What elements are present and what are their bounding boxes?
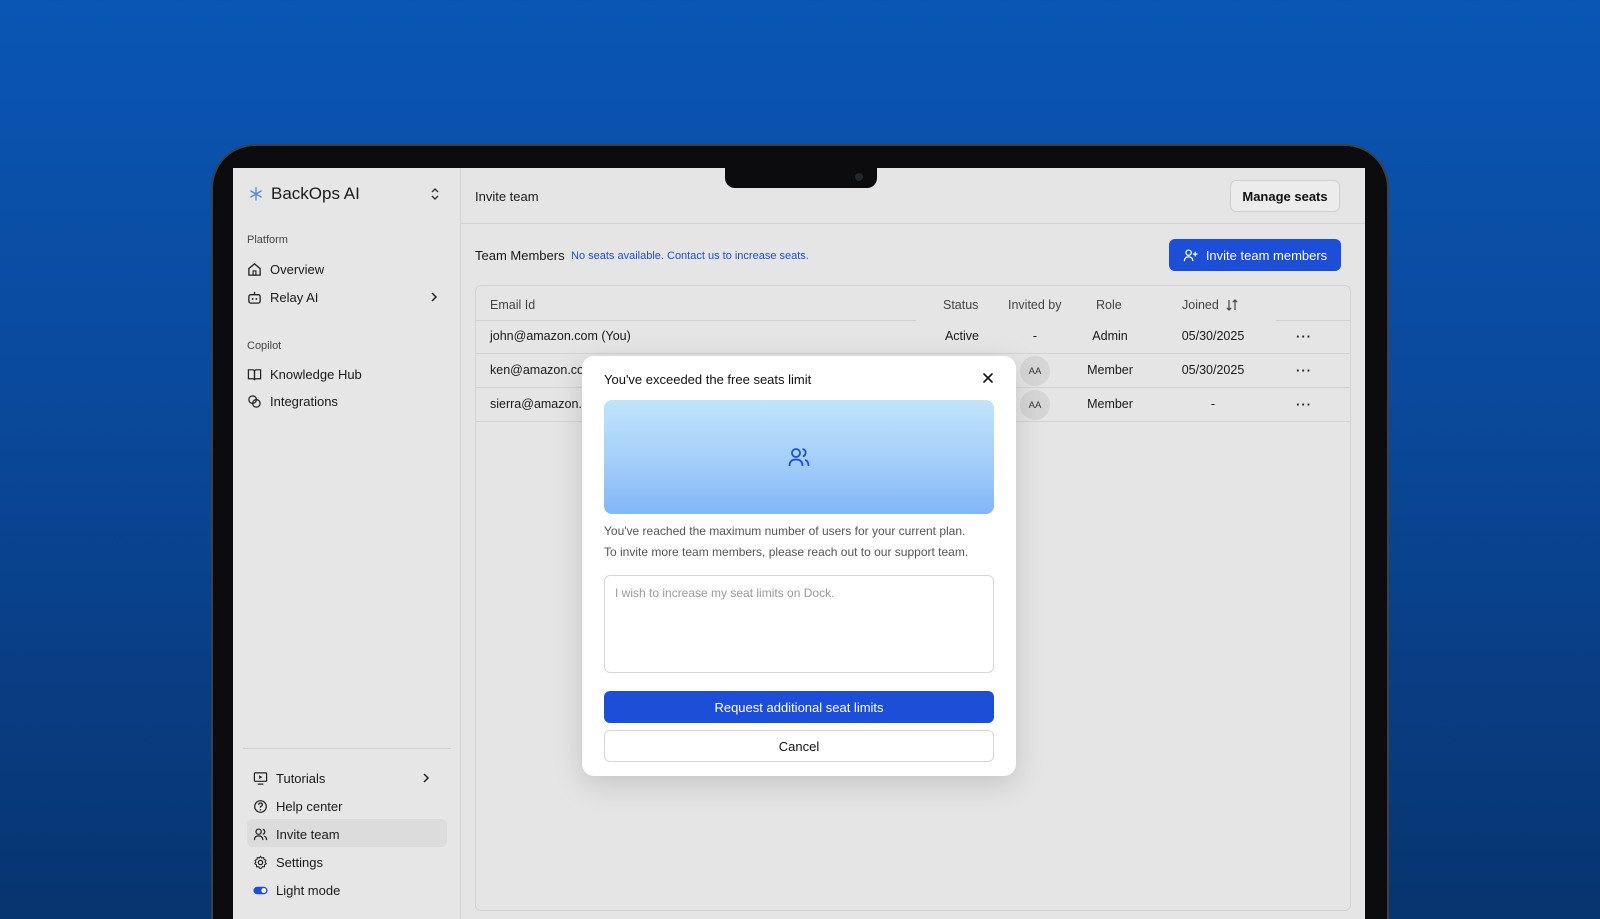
avatar: AA [1020,356,1050,386]
column-header-status: Status [943,298,979,312]
gear-icon [253,855,268,869]
sidebar-item-relay-ai[interactable]: Relay AI [247,286,318,308]
brand[interactable]: BackOps AI [249,184,360,204]
cell-joined: - [1210,397,1216,411]
cell-email: ken@amazon.com [490,363,595,377]
avatar: AA [1020,390,1050,420]
seat-limit-modal: You've exceeded the free seats limit You… [582,356,1016,776]
close-icon[interactable] [982,372,994,384]
column-header-invited-by: Invited by [1008,298,1062,312]
column-header-role: Role [1096,298,1122,312]
modal-banner [604,400,994,514]
sidebar-item-label: Knowledge Hub [270,366,362,382]
cell-status: Active [944,329,980,343]
sidebar-item-label: Integrations [270,393,338,409]
sort-icon[interactable] [1225,298,1239,312]
cell-role: Member [1087,397,1133,411]
sidebar-item-label: Invite team [276,826,340,842]
bot-icon [248,291,261,304]
modal-message-line-1: You've reached the maximum number of use… [604,524,966,538]
chevron-up-down-icon[interactable] [429,186,441,202]
sidebar-item-label: Settings [276,854,323,870]
sidebar-item-light-mode[interactable]: Light mode [253,879,340,901]
more-actions-button[interactable]: ··· [1296,397,1312,412]
home-icon [248,262,261,276]
user-plus-icon [1183,248,1198,261]
sidebar-item-knowledge-hub[interactable]: Knowledge Hub [247,363,362,385]
cell-role: Admin [1092,329,1128,343]
sidebar-item-settings[interactable]: Settings [253,851,323,873]
sidebar-item-invite-team[interactable]: Invite team [253,823,340,845]
more-actions-button[interactable]: ··· [1296,363,1312,378]
manage-seats-button[interactable]: Manage seats [1230,180,1340,212]
table-row[interactable]: john@amazon.com (You) Active - Admin 05/… [476,320,1350,354]
presentation-icon [253,771,268,785]
page-title: Invite team [475,189,539,204]
sidebar-item-overview[interactable]: Overview [247,258,324,280]
help-circle-icon [254,799,267,813]
camera-notch [725,166,877,188]
asterisk-icon [250,187,262,201]
link-icon [248,394,261,408]
cell-joined: 05/30/2025 [1181,329,1245,343]
toggle-icon[interactable] [253,883,268,898]
cell-role: Member [1087,363,1133,377]
sidebar-item-integrations[interactable]: Integrations [247,390,338,412]
cancel-button[interactable]: Cancel [604,730,994,762]
request-seat-limits-button[interactable]: Request additional seat limits [604,691,994,723]
sidebar-item-label: Overview [270,261,325,277]
section-label-platform: Platform [247,234,288,246]
sidebar-item-label: Relay AI [270,289,319,305]
book-icon [247,368,262,380]
seat-request-textarea[interactable] [604,575,994,673]
sidebar-item-label: Tutorials [276,770,326,786]
users-icon [253,827,268,840]
users-icon [788,448,810,467]
invite-button-label: Invite team members [1205,247,1328,263]
sidebar-item-tutorials[interactable]: Tutorials [253,767,325,789]
section-label-copilot: Copilot [247,340,282,352]
sidebar-item-label: Help center [276,798,343,814]
sidebar-item-label: Light mode [276,882,341,898]
cell-joined: 05/30/2025 [1181,363,1245,377]
sidebar: BackOps AI Platform Overview Relay AI Co… [233,168,461,919]
seats-notice[interactable]: No seats available. Contact us to increa… [571,250,809,262]
modal-title: You've exceeded the free seats limit [604,372,812,387]
top-bar: Invite team Manage seats [461,168,1365,224]
column-header-email: Email Id [490,298,536,312]
cell-email: john@amazon.com (You) [490,329,631,343]
column-header-joined[interactable]: Joined [1182,298,1239,312]
invite-team-members-button[interactable]: Invite team members [1169,239,1341,271]
cell-invited-by: - [1032,329,1038,343]
modal-message-line-2: To invite more team members, please reac… [604,545,969,559]
brand-name: BackOps AI [271,184,360,203]
sidebar-item-help-center[interactable]: Help center [253,795,342,817]
column-header-joined-label: Joined [1182,298,1219,312]
chevron-right-icon[interactable] [421,772,431,784]
more-actions-button[interactable]: ··· [1296,329,1312,344]
team-members-label: Team Members [475,248,565,263]
camera-dot [855,173,863,181]
chevron-right-icon[interactable] [429,291,439,303]
sidebar-divider [243,748,451,749]
